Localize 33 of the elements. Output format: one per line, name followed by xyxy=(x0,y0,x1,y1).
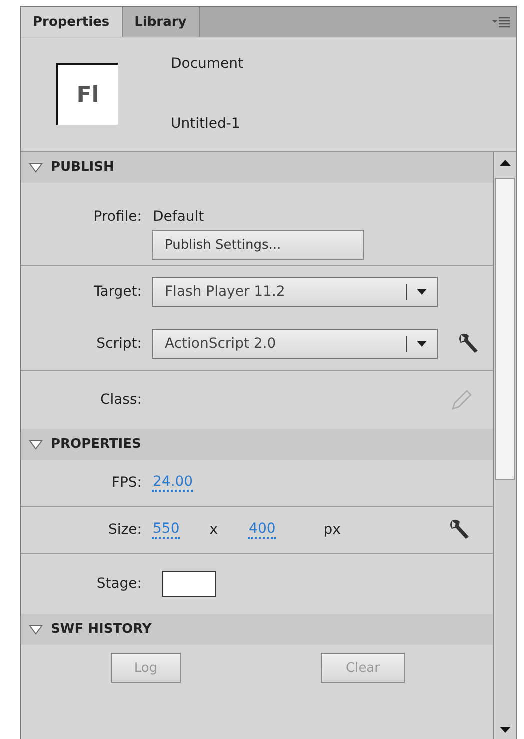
profile-value: Default xyxy=(152,209,204,225)
section-title: PUBLISH xyxy=(51,160,114,175)
field-label: FPS: xyxy=(110,475,143,491)
section-header[interactable]: PUBLISH xyxy=(21,152,493,183)
unit-label: px xyxy=(324,522,341,538)
dropdown-caret-icon xyxy=(417,289,427,295)
scrollbar-thumb[interactable] xyxy=(495,178,515,480)
field-label: Script: xyxy=(96,336,143,352)
section-title: PROPERTIES xyxy=(51,437,142,452)
field-label: Target: xyxy=(92,284,143,300)
field-label: Size: xyxy=(108,522,143,538)
section-header[interactable]: SWF HISTORY xyxy=(21,614,493,645)
times-sign: x xyxy=(210,522,218,538)
expand-triangle-icon xyxy=(29,624,43,634)
menu-icon[interactable] xyxy=(492,16,510,28)
expand-triangle-icon xyxy=(29,162,43,172)
section-title: SWF HISTORY xyxy=(51,622,152,637)
field-label: Profile: xyxy=(92,209,143,225)
panel-tab[interactable]: Library xyxy=(122,7,200,37)
document-logo: Fl xyxy=(56,63,118,125)
scrollbar[interactable] xyxy=(493,152,516,739)
document-type: Document xyxy=(171,56,244,72)
stage-color-swatch[interactable] xyxy=(162,571,216,597)
script-dropdown[interactable]: ActionScript 2.0 xyxy=(152,329,438,359)
document-name: Untitled-1 xyxy=(171,116,242,132)
dropdown-caret-icon xyxy=(417,341,427,347)
target-dropdown[interactable]: Flash Player 11.2 xyxy=(152,277,438,307)
section-header[interactable]: PROPERTIES xyxy=(21,429,493,460)
expand-triangle-icon xyxy=(29,440,43,450)
publish-settings-button[interactable]: Publish Settings... xyxy=(152,230,364,260)
field-label: Stage: xyxy=(96,576,143,592)
field-label: Class: xyxy=(99,392,143,408)
panel-tab[interactable]: Properties xyxy=(21,7,123,37)
